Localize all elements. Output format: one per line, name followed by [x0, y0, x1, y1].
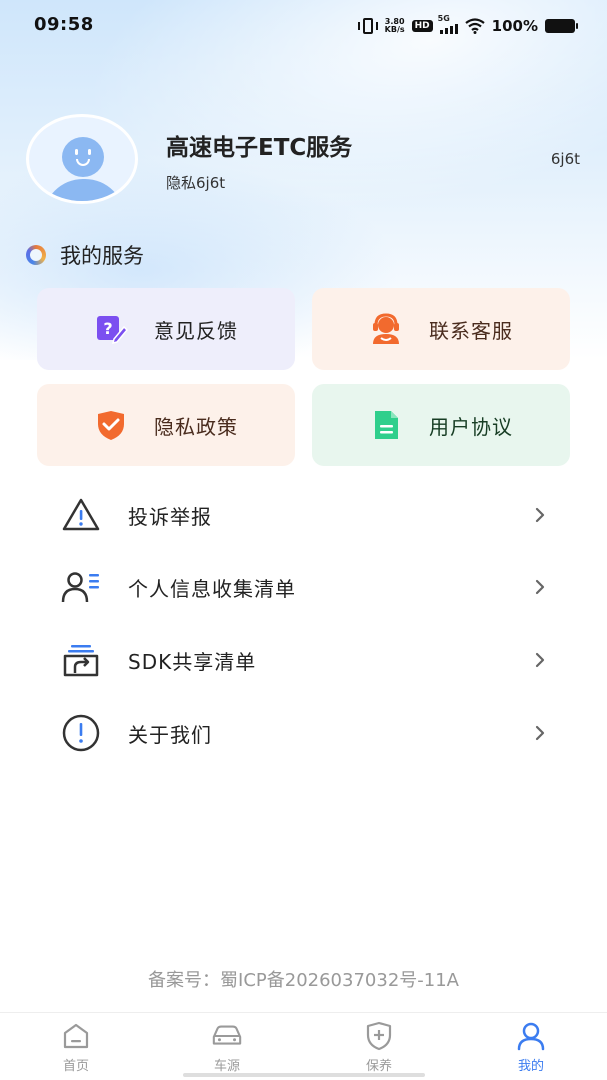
tab-mine[interactable]: 我的 — [481, 1021, 581, 1077]
menu-label-about: 关于我们 — [128, 722, 212, 747]
profile-name: 高速电子ETC服务 — [166, 135, 353, 161]
customer-service-label: 联系客服 — [429, 318, 513, 343]
menu-label-personal-info: 个人信息收集清单 — [128, 576, 296, 601]
user-agreement-card[interactable]: 用户协议 — [312, 384, 570, 466]
home-indicator — [183, 1073, 425, 1077]
battery-percent: 100% — [491, 17, 538, 35]
battery-icon — [545, 19, 578, 33]
privacy-policy-card[interactable]: 隐私政策 — [37, 384, 295, 466]
status-icons: 3.80 KB/s HD 5G 100% — [357, 14, 578, 38]
status-bar: 09:58 3.80 KB/s HD 5G 100% — [0, 0, 607, 52]
menu-item-sdk-list[interactable]: SDK共享清单 — [60, 632, 550, 688]
info-icon — [60, 712, 102, 754]
tab-home[interactable]: 首页 — [26, 1021, 126, 1077]
chevron-right-icon — [530, 505, 550, 525]
menu-label-complaint: 投诉举报 — [128, 504, 212, 529]
section-title-label: 我的服务 — [60, 244, 144, 268]
profile-id: 6j6t — [550, 150, 580, 168]
chevron-right-icon — [530, 723, 550, 743]
menu-label-sdk-list: SDK共享清单 — [128, 649, 257, 674]
svg-text:?: ? — [103, 319, 112, 338]
menu-item-personal-info[interactable]: 个人信息收集清单 — [60, 559, 550, 615]
net-speed: 3.80 KB/s — [385, 18, 405, 34]
warning-icon — [60, 494, 102, 536]
tab-cars-label: 车源 — [213, 1059, 240, 1074]
chevron-right-icon — [530, 650, 550, 670]
share-icon — [60, 639, 102, 681]
signal-icon: 5G — [438, 14, 458, 34]
feedback-label: 意见反馈 — [154, 318, 238, 343]
ring-icon — [26, 245, 46, 265]
wifi-icon — [464, 18, 485, 34]
tab-cars[interactable]: 车源 — [177, 1021, 277, 1077]
section-title: 我的服务 — [26, 240, 144, 270]
tab-bar: 首页 车源 保养 我的 — [0, 1012, 607, 1080]
avatar-head — [62, 137, 104, 177]
tab-home-label: 首页 — [62, 1059, 89, 1074]
avatar-body — [43, 179, 125, 201]
tab-maintenance[interactable]: 保养 — [329, 1021, 429, 1077]
home-icon — [60, 1021, 92, 1051]
customer-service-card[interactable]: 联系客服 — [312, 288, 570, 370]
net-speed-unit: KB/s — [384, 25, 405, 34]
menu-item-about[interactable]: 关于我们 — [60, 705, 550, 761]
hd-badge: HD — [411, 20, 433, 32]
vibrate-icon — [357, 18, 378, 34]
shield-plus-icon — [363, 1021, 395, 1051]
user-list-icon — [60, 566, 102, 608]
menu-item-complaint[interactable]: 投诉举报 — [60, 487, 550, 543]
privacy-policy-label: 隐私政策 — [154, 414, 238, 439]
customer-service-icon — [369, 312, 403, 346]
chevron-right-icon — [530, 577, 550, 597]
feedback-card[interactable]: ? 意见反馈 — [37, 288, 295, 370]
avatar[interactable] — [26, 114, 138, 204]
profile-subtitle: 隐私6j6t — [166, 174, 226, 192]
status-time: 09:58 — [34, 14, 94, 35]
network-type: 5G — [437, 14, 450, 23]
document-icon — [369, 408, 403, 442]
user-agreement-label: 用户协议 — [429, 414, 513, 439]
user-icon — [515, 1021, 547, 1051]
tab-maintenance-label: 保养 — [365, 1059, 392, 1074]
icp-record: 备案号：蜀ICP备2026037032号-11A — [148, 970, 459, 991]
car-icon — [211, 1021, 243, 1051]
feedback-icon: ? — [94, 312, 128, 346]
tab-mine-label: 我的 — [517, 1059, 544, 1074]
shield-icon — [94, 408, 128, 442]
